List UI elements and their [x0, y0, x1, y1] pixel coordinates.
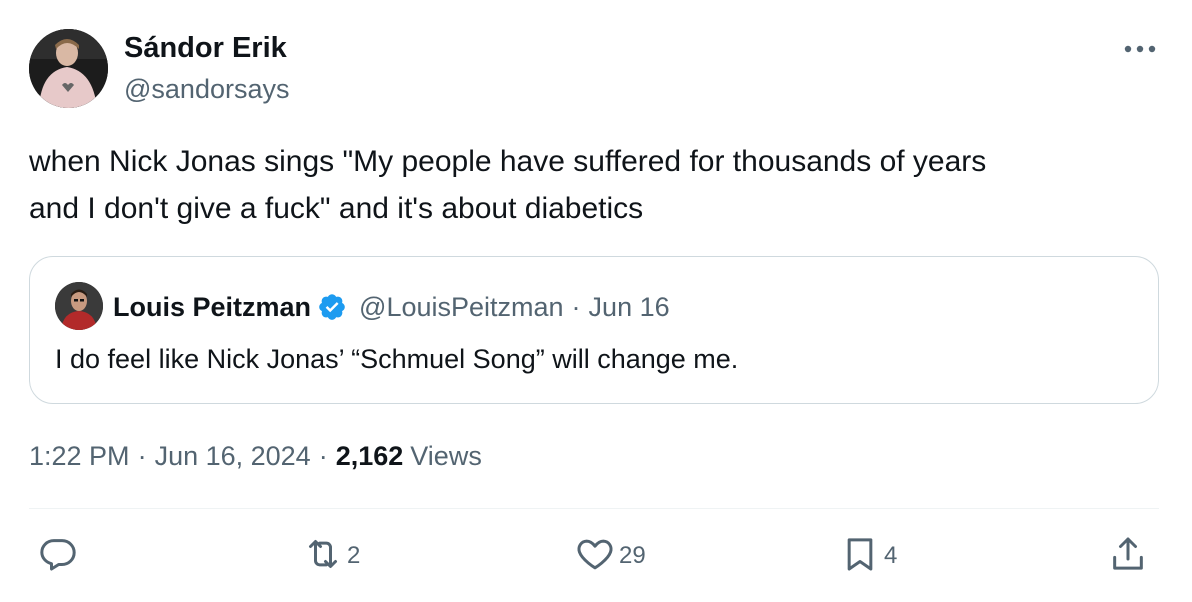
views-count: 2,162: [335, 441, 404, 471]
like-button[interactable]: 29: [575, 534, 646, 578]
more-icon[interactable]: [1120, 34, 1160, 64]
divider: [29, 508, 1159, 509]
views-label: Views: [410, 441, 482, 471]
bookmark-button[interactable]: 4: [840, 534, 897, 578]
author-name[interactable]: Sándor Erik: [124, 30, 287, 66]
retweet-button[interactable]: 2: [303, 534, 360, 578]
quote-separator: ·: [571, 291, 581, 322]
retweet-count: 2: [347, 542, 361, 569]
quote-author-name[interactable]: Louis Peitzman: [113, 292, 311, 323]
like-count: 29: [619, 542, 646, 569]
author-avatar[interactable]: [29, 29, 108, 108]
author-handle[interactable]: @sandorsays: [124, 72, 289, 106]
meta-separator: ·: [137, 441, 147, 471]
verified-badge-icon: [317, 292, 347, 322]
quote-date[interactable]: Jun 16: [589, 292, 670, 323]
bookmark-count: 4: [884, 542, 898, 569]
quote-author-avatar[interactable]: [55, 282, 103, 330]
quote-author-handle[interactable]: @LouisPeitzman: [359, 292, 564, 323]
quote-text: I do feel like Nick Jonas’ “Schmuel Song…: [55, 344, 739, 374]
reply-button[interactable]: [38, 534, 82, 578]
meta-separator: ·: [318, 441, 328, 471]
tweet-text-line: when Nick Jonas sings "My people have su…: [29, 145, 987, 178]
tweet-date[interactable]: Jun 16, 2024: [155, 436, 311, 476]
quote-header: Louis Peitzman @LouisPeitzman · Jun 16: [113, 287, 670, 327]
like-icon: [575, 534, 615, 579]
share-icon: [1108, 534, 1148, 579]
tweet-time[interactable]: 1:22 PM: [29, 436, 130, 476]
tweet-text: when Nick Jonas sings "My people have su…: [29, 138, 1169, 232]
bookmark-icon: [840, 534, 880, 579]
tweet-meta: 1:22 PM · Jun 16, 2024 · 2,162 Views: [29, 436, 482, 476]
quoted-tweet-card[interactable]: Louis Peitzman @LouisPeitzman · Jun 16 I…: [29, 256, 1159, 404]
tweet-text-line: and I don't give a fuck" and it's about …: [29, 192, 644, 225]
reply-icon: [38, 534, 78, 579]
share-button[interactable]: [1108, 534, 1148, 578]
retweet-icon: [303, 534, 343, 579]
